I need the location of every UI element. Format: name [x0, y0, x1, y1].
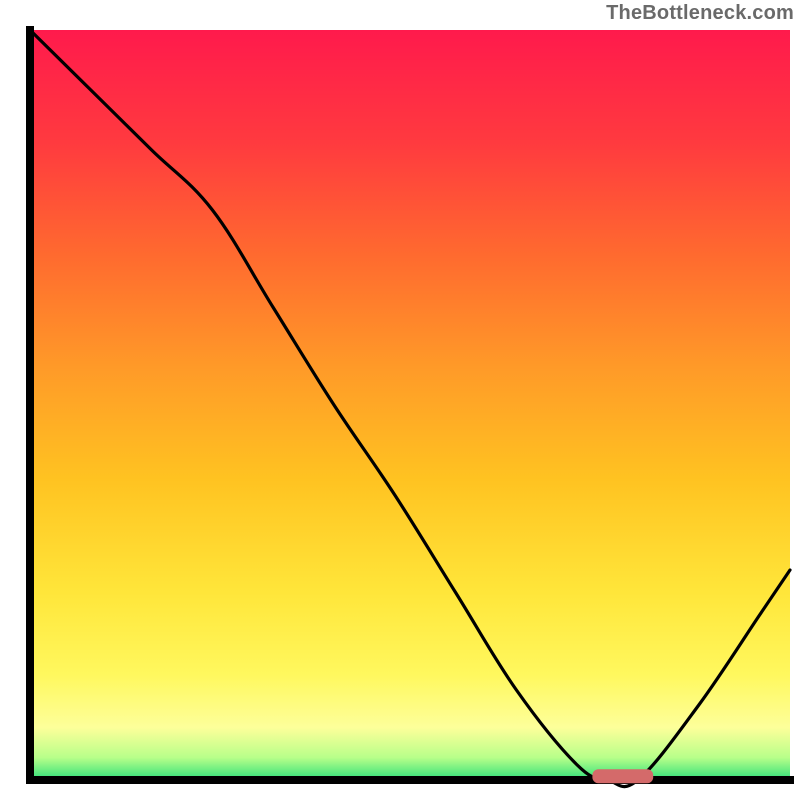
- bottleneck-chart: [0, 0, 800, 800]
- optimum-marker: [592, 769, 653, 783]
- watermark-text: TheBottleneck.com: [606, 2, 794, 25]
- chart-frame: TheBottleneck.com: [0, 0, 800, 800]
